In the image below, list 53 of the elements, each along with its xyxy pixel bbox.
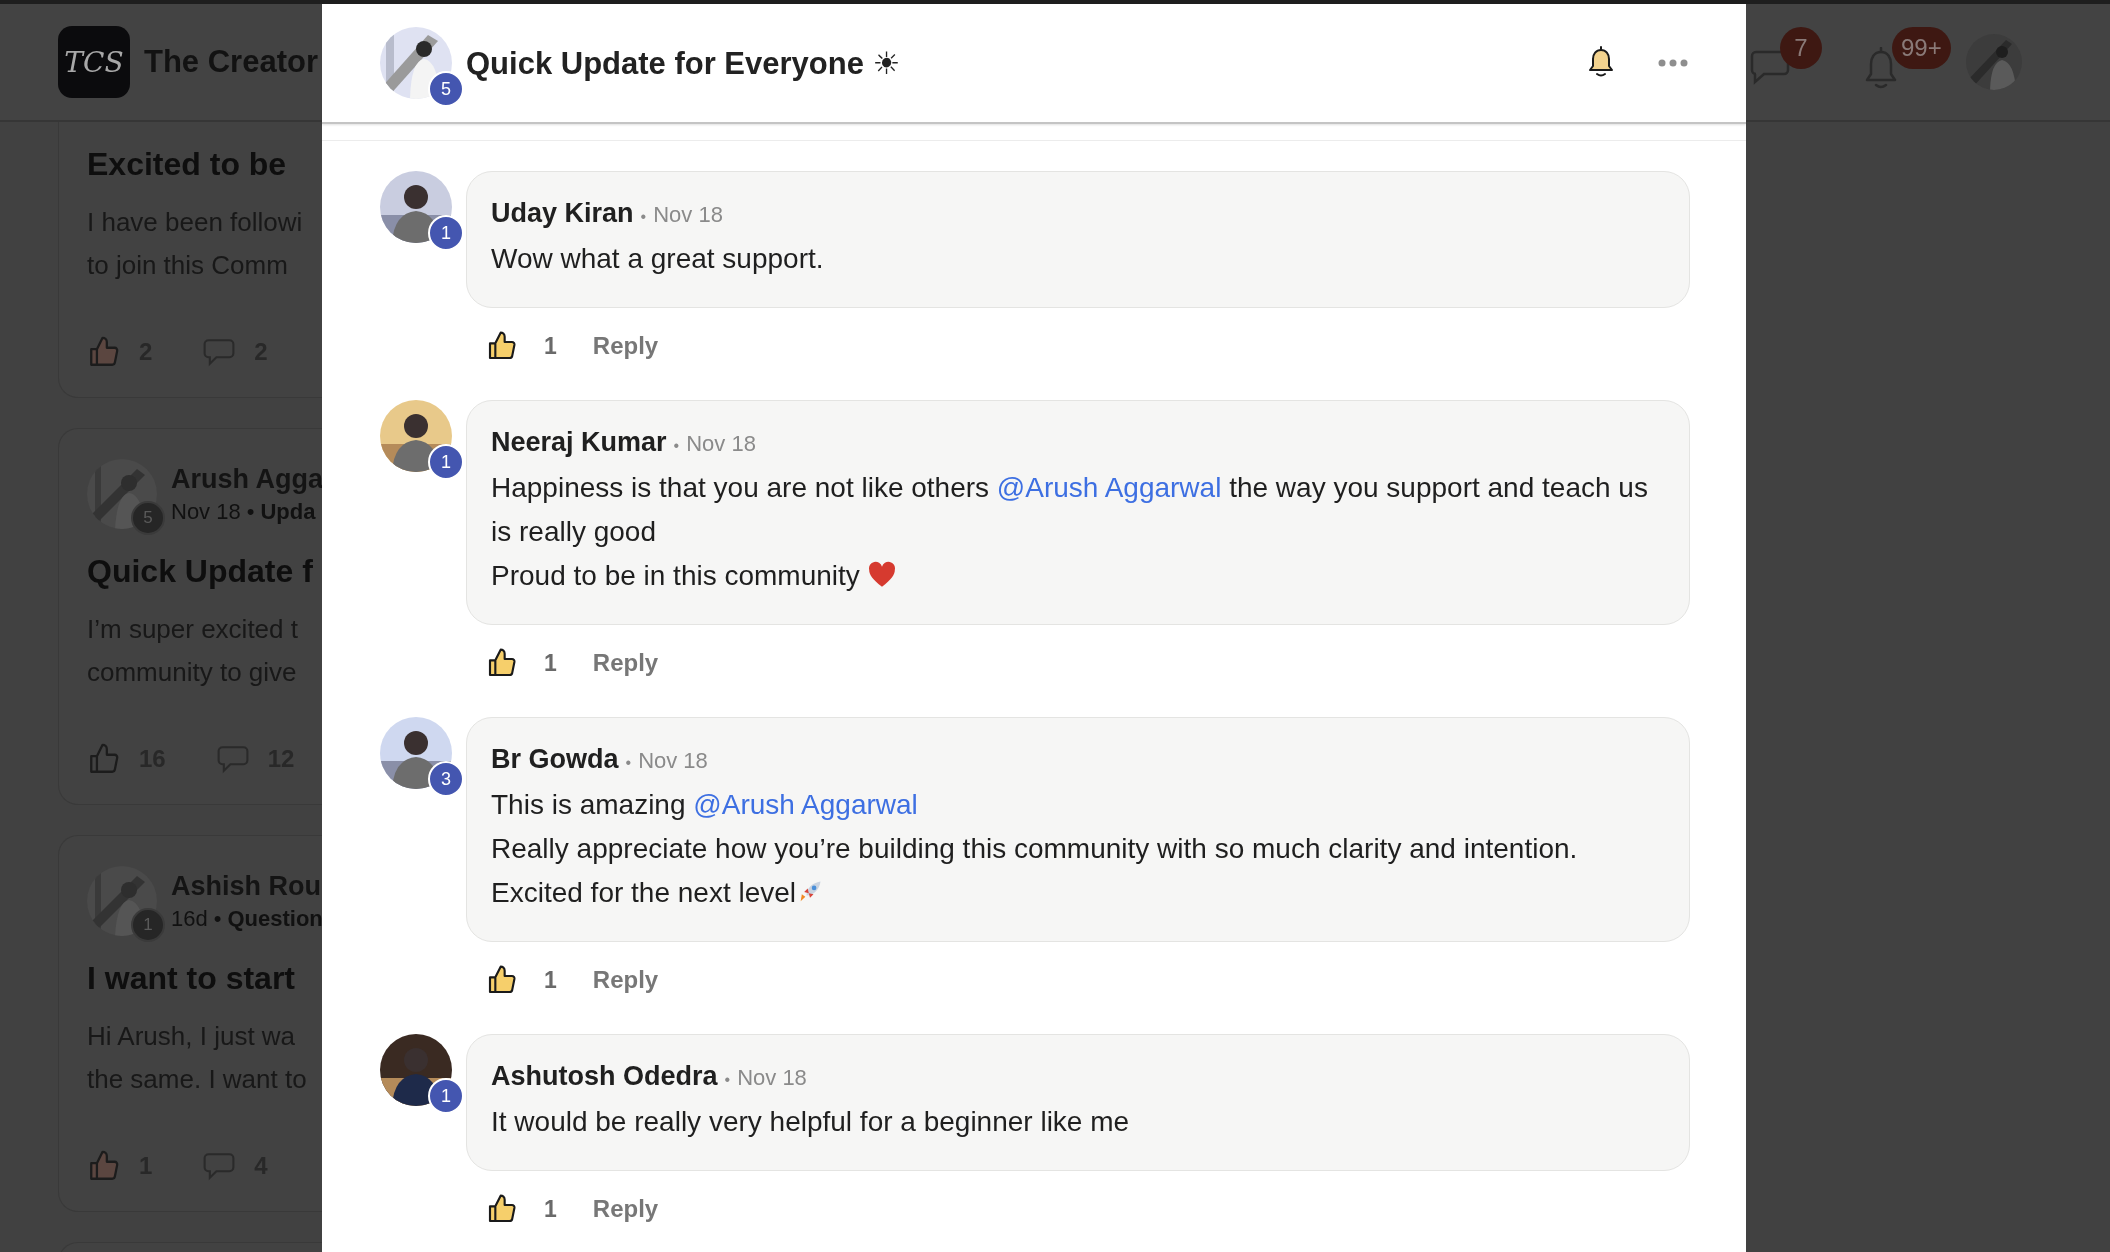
separator-dot: • xyxy=(625,754,632,772)
commenter-name[interactable]: Ashutosh Odedra xyxy=(491,1061,718,1092)
thumbs-up-icon[interactable] xyxy=(486,1193,518,1225)
notification-count: 99+ xyxy=(1892,27,1951,69)
thumbs-up-icon[interactable] xyxy=(486,647,518,679)
comment-date: Nov 18 xyxy=(638,748,708,774)
comment-date: Nov 18 xyxy=(686,431,756,457)
level-badge: 1 xyxy=(428,215,464,251)
level-badge: 1 xyxy=(428,1078,464,1114)
commenter-name[interactable]: Br Gowda xyxy=(491,744,619,775)
comment-text: Really appreciate how you’re building this community with so much clarity and intention. xyxy=(491,832,1579,866)
comment-icon[interactable] xyxy=(215,744,250,774)
thumbs-up-icon[interactable] xyxy=(87,335,121,369)
thumbs-up-icon[interactable] xyxy=(486,330,518,362)
logo[interactable]: TCS xyxy=(58,26,130,98)
commenter-name[interactable]: Uday Kiran xyxy=(491,198,634,229)
separator-dot: • xyxy=(246,498,255,525)
like-count: 1 xyxy=(544,649,557,677)
mention-link[interactable]: @Arush Aggarwal xyxy=(693,789,918,820)
comment-text: Excited for the next level xyxy=(491,871,1665,915)
comment-text: It would be really very helpful for a beginner like me xyxy=(491,1105,1131,1139)
separator-dot: • xyxy=(640,208,647,226)
more-options-icon[interactable] xyxy=(1658,59,1688,67)
post-title: Quick Update for Everyone ☀ xyxy=(466,44,902,82)
thumbs-up-icon[interactable] xyxy=(486,964,518,996)
comment-text: Happiness is that you are not like others @Arush Aggarwal the way you support and teach us is really good xyxy=(491,471,1649,549)
chat-icon[interactable] xyxy=(1750,49,1790,85)
comment-date: Nov 18 xyxy=(653,202,723,228)
separator-dot: • xyxy=(724,1071,731,1089)
reply-button[interactable]: Reply xyxy=(592,1195,659,1223)
notification-count: 7 xyxy=(1780,27,1822,69)
comment-icon[interactable] xyxy=(202,1151,237,1181)
comment-date: Nov 18 xyxy=(737,1065,807,1091)
separator-dot: • xyxy=(673,437,680,455)
level-badge: 1 xyxy=(428,444,464,480)
comment-text: Wow what a great support. xyxy=(491,242,825,276)
like-count: 1 xyxy=(544,1195,557,1223)
heart-icon xyxy=(867,561,896,589)
like-count: 1 xyxy=(544,332,557,360)
like-count: 1 xyxy=(544,966,557,994)
comment-icon[interactable] xyxy=(202,337,237,367)
comment-text: This is amazing @Arush Aggarwal xyxy=(491,788,919,822)
mention-link[interactable]: @Arush Aggarwal xyxy=(996,472,1222,503)
thumbs-up-icon[interactable] xyxy=(87,742,121,776)
reply-button[interactable]: Reply xyxy=(592,649,659,677)
level-badge: 3 xyxy=(428,761,464,797)
comment-text: Proud to be in this community xyxy=(491,554,1665,598)
reply-button[interactable]: Reply xyxy=(592,966,659,994)
level-badge: 5 xyxy=(428,71,464,107)
thumbs-up-icon[interactable] xyxy=(87,1149,121,1183)
separator-dot: • xyxy=(213,905,222,932)
commenter-name[interactable]: Neeraj Kumar xyxy=(491,427,667,458)
reply-button[interactable]: Reply xyxy=(592,332,659,360)
